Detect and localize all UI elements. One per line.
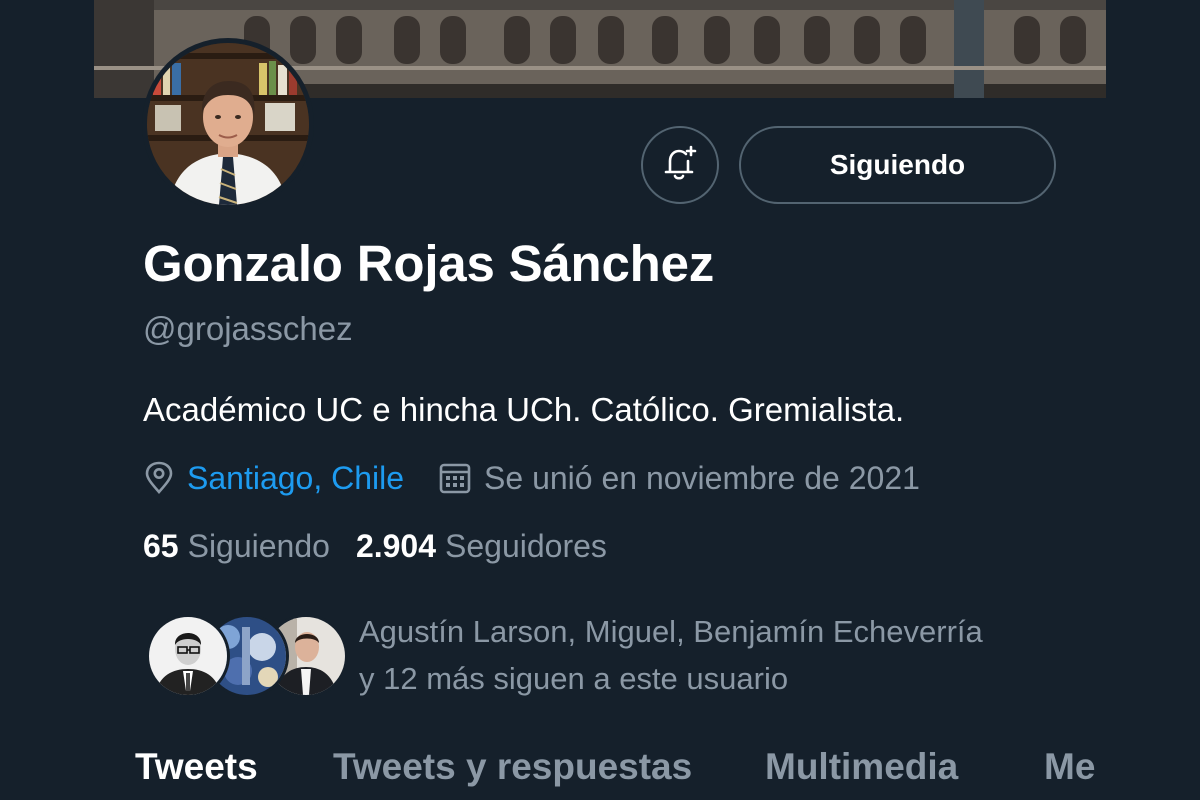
joined-date: Se unió en noviembre de 2021 bbox=[484, 459, 920, 496]
location-link[interactable]: Santiago, Chile bbox=[187, 460, 404, 497]
followers-count: 2.904 bbox=[355, 528, 437, 564]
follower-avatar bbox=[146, 614, 230, 698]
profile-avatar[interactable] bbox=[142, 38, 314, 210]
profile-display-name: Gonzalo Rojas Sánchez bbox=[143, 235, 715, 292]
bell-plus-icon bbox=[660, 143, 700, 188]
tab-multimedia[interactable]: Multimedia bbox=[765, 746, 958, 788]
followers-you-know-names: Agustín Larson, Miguel, Benjamín Echever… bbox=[359, 614, 983, 649]
following-button[interactable]: Siguiendo bbox=[739, 126, 1056, 204]
following-label: Siguiendo bbox=[187, 528, 330, 564]
calendar-icon bbox=[438, 461, 472, 495]
followers-you-know-avatars[interactable] bbox=[146, 614, 348, 700]
profile-handle: @grojasschez bbox=[143, 310, 353, 347]
profile-stats: 65 Siguiendo 2.904 Seguidores bbox=[143, 528, 607, 565]
following-count: 65 bbox=[143, 528, 179, 564]
following-count-link[interactable]: 65 Siguiendo bbox=[143, 528, 330, 565]
profile-location: Santiago, Chile bbox=[143, 460, 404, 497]
map-pin-icon bbox=[143, 461, 175, 495]
tab-tweets-y-respuestas[interactable]: Tweets y respuestas bbox=[333, 746, 692, 788]
tab-tweets[interactable]: Tweets bbox=[135, 746, 258, 788]
followers-count-link[interactable]: 2.904 Seguidores bbox=[356, 528, 607, 565]
profile-tabs: Tweets Tweets y respuestas Multimedia Me bbox=[0, 738, 1200, 800]
notifications-button[interactable] bbox=[641, 126, 719, 204]
profile-bio: Académico UC e hincha UCh. Católico. Gre… bbox=[143, 391, 905, 428]
tab-me-gusta[interactable]: Me bbox=[1044, 746, 1095, 788]
profile-joined: Se unió en noviembre de 2021 bbox=[438, 460, 920, 497]
followers-you-know-text[interactable]: Agustín Larson, Miguel, Benjamín Echever… bbox=[359, 608, 983, 702]
followers-you-know-more: y 12 más siguen a este usuario bbox=[359, 661, 789, 696]
followers-label: Seguidores bbox=[445, 528, 607, 564]
profile-page: Siguiendo Gonzalo Rojas Sánchez @grojass… bbox=[0, 0, 1200, 800]
profile-meta: Santiago, Chile Se unió en noviembre de … bbox=[143, 456, 920, 500]
